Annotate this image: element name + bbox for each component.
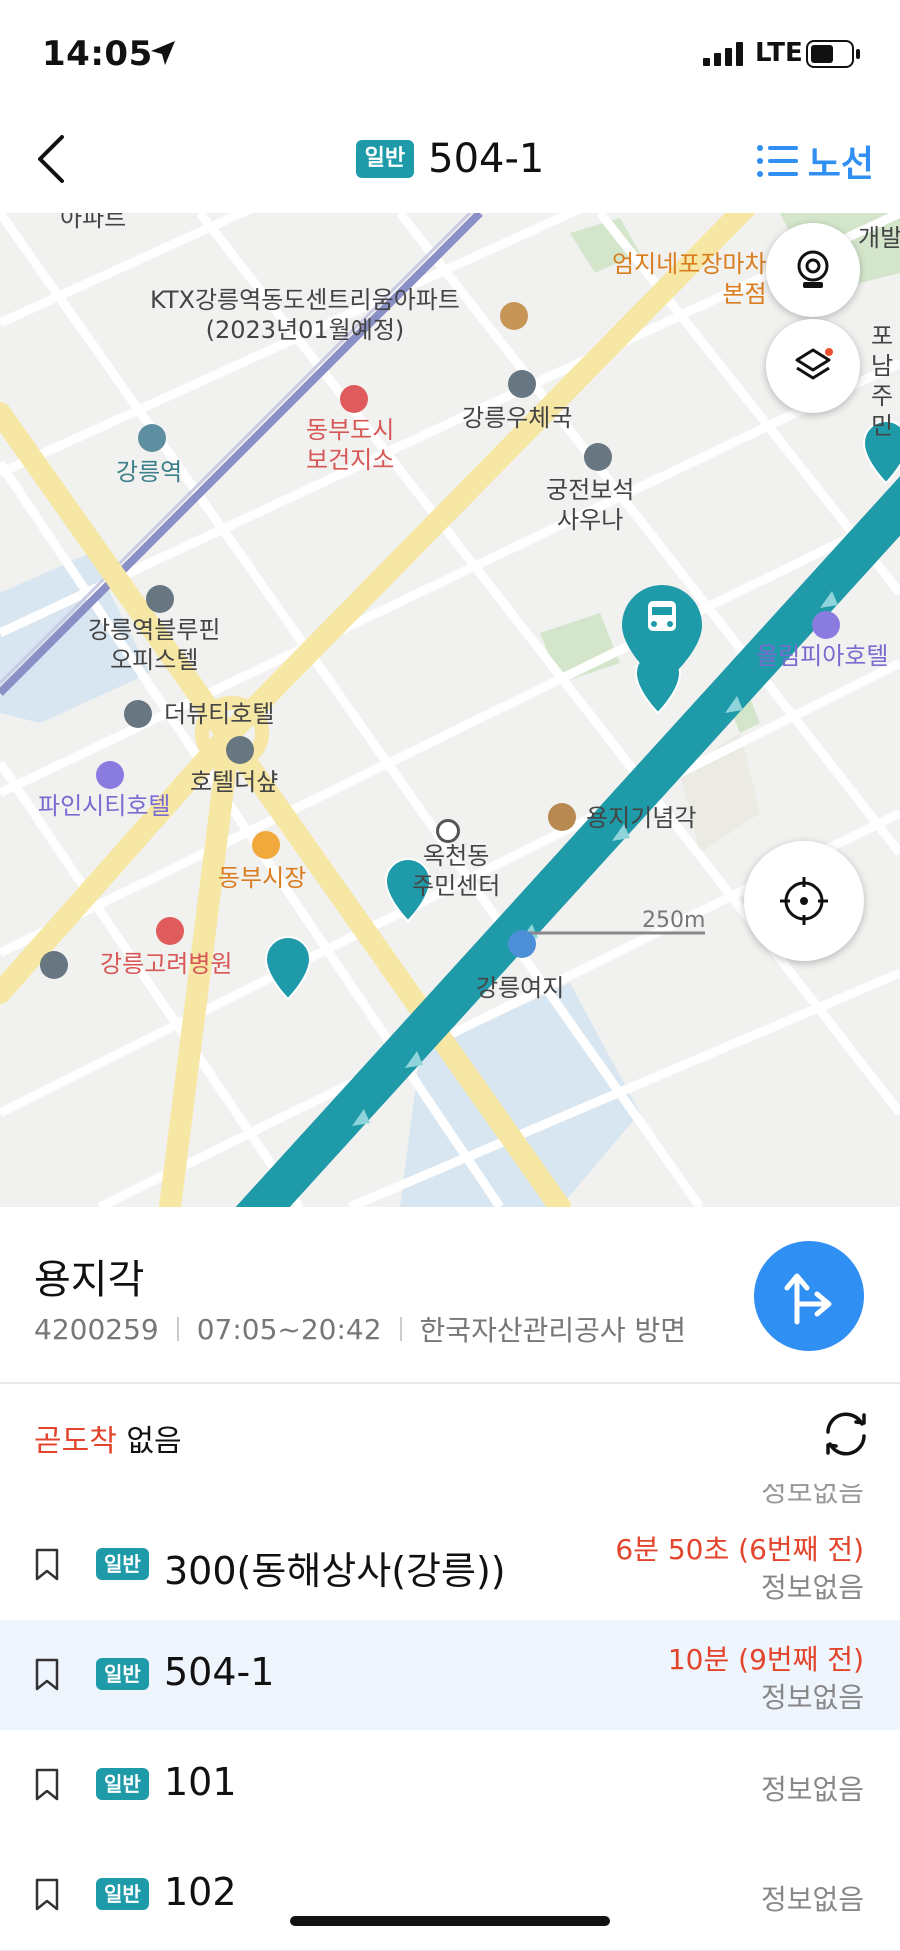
route-number: 504-1 <box>428 136 545 182</box>
map-label: 동부도시 보건지소 <box>306 416 395 474</box>
hospital-poi-icon <box>340 385 368 413</box>
bus-row[interactable]: 일반 300(동해상사(강릉)) 6분 50초 (6번째 전) 정보없음 <box>0 1510 900 1621</box>
bus-info-status: 정보없음 <box>760 1883 864 1916</box>
map-label: 강릉역 <box>116 458 183 486</box>
route-type-badge: 일반 <box>355 139 415 179</box>
refresh-icon <box>826 1412 866 1456</box>
layers-button[interactable] <box>766 319 860 413</box>
sauna-poi-icon <box>584 443 612 471</box>
map-label: 궁전보석 사우나 <box>546 476 635 534</box>
route-type-badge: 일반 <box>96 1548 149 1580</box>
hotel-poi-icon <box>226 736 254 764</box>
building-poi-icon <box>146 585 174 613</box>
hotel-poi-icon <box>812 611 840 639</box>
bus-eta: 6분 50초 (6번째 전) <box>615 1533 864 1566</box>
hotel-poi-icon <box>124 700 152 728</box>
map-label: 포남 주민 <box>870 322 894 440</box>
stop-info-panel: 용지각 4200259 07:05~20:42 한국자산관리공사 방면 <box>0 1207 900 1382</box>
route-type-badge: 일반 <box>96 1878 149 1910</box>
battery-icon <box>806 40 860 68</box>
bus-route-number: 101 <box>164 1760 237 1804</box>
cctv-icon <box>797 250 829 288</box>
map-label: 엄지네포장마차 본점 <box>612 250 767 308</box>
apartment-poi-icon <box>500 302 528 330</box>
scale-label: 250m <box>642 908 706 933</box>
bus-row[interactable]: 일반 101 정보없음 <box>0 1730 900 1841</box>
park-poi-icon <box>508 930 536 958</box>
signal-icon <box>703 42 743 66</box>
map-label: 아파트 <box>60 213 127 232</box>
location-arrow-icon <box>151 41 175 65</box>
map-label: 강릉우체국 <box>462 404 573 432</box>
arrival-soon-text: 곧도착 없음 <box>34 1416 182 1460</box>
stop-id: 4200259 <box>34 1312 159 1346</box>
arrival-soon-label: 곧도착 <box>34 1424 117 1459</box>
community-center-poi-icon <box>436 819 460 843</box>
bus-info-status: 정보없음 <box>760 1484 864 1508</box>
bus-info-status: 정보없음 <box>760 1773 864 1806</box>
directions-icon <box>784 1273 832 1325</box>
arrival-soon-value: 없음 <box>126 1424 182 1459</box>
bus-row[interactable]: 일반 504-1 10분 (9번째 전) 정보없음 <box>0 1620 900 1731</box>
bus-list[interactable]: 정보없음 일반 300(동해상사(강릉)) 6분 50초 (6번째 전) 정보없… <box>0 1484 900 1951</box>
map-label: 강릉여지 <box>476 974 565 1002</box>
map-label: 개발 <box>858 224 900 252</box>
divider <box>176 1317 179 1341</box>
map-label: KTX강릉역동도센트리움아파트 (2023년01월예정) <box>150 286 460 344</box>
arrival-soon-bar: 곧도착 없음 <box>0 1382 900 1486</box>
market-poi-icon <box>252 831 280 859</box>
map-label: 옥천동 주민센터 <box>412 842 501 900</box>
map-label: 호텔더샾 <box>190 768 279 796</box>
bookmark-icon[interactable] <box>34 1658 60 1692</box>
bookmark-icon[interactable] <box>34 1768 60 1802</box>
route-type-badge: 일반 <box>96 1658 149 1690</box>
route-type-badge: 일반 <box>96 1768 149 1800</box>
list-item: 정보없음 <box>0 1484 900 1511</box>
bus-eta: 10분 (9번째 전) <box>667 1643 864 1676</box>
map-label: 동부시장 <box>218 864 307 892</box>
map-view[interactable]: 아파트 개발 KTX강릉역동도센트리움아파트 (2023년01월예정) 엄지네포… <box>0 213 900 1207</box>
map-label: 강릉역블루핀 오피스텔 <box>88 616 221 674</box>
bus-route-number: 300(동해상사(강릉)) <box>164 1549 506 1593</box>
post-office-poi-icon <box>508 370 536 398</box>
status-bar: 14:05 LTE <box>0 0 900 105</box>
landmark-poi-icon <box>548 803 576 831</box>
my-location-button[interactable] <box>744 841 864 961</box>
stop-hours: 07:05~20:42 <box>196 1312 382 1346</box>
list-icon <box>756 145 798 177</box>
route-button-label: 노선 <box>807 144 874 185</box>
home-indicator[interactable] <box>290 1916 610 1926</box>
status-time: 14:05 <box>42 34 153 74</box>
cctv-button[interactable] <box>766 223 860 317</box>
hospital-poi-icon <box>156 917 184 945</box>
bus-info-status: 정보없음 <box>760 1681 864 1714</box>
map-label: 올림피아호텔 <box>756 642 889 670</box>
route-list-button[interactable]: 노선 <box>756 135 874 187</box>
map-label: 더뷰티호텔 <box>164 700 275 728</box>
refresh-button[interactable] <box>818 1406 874 1466</box>
stop-name: 용지각 <box>34 1257 145 1303</box>
map-label: 강릉고려병원 <box>100 950 233 978</box>
crosshair-icon <box>780 877 828 925</box>
map-label: 용지기념각 <box>586 804 697 832</box>
app-header: 일반 504-1 노선 <box>0 105 900 214</box>
directions-button[interactable] <box>754 1241 864 1351</box>
bus-route-number: 102 <box>164 1870 237 1914</box>
bookmark-icon[interactable] <box>34 1878 60 1912</box>
map-label: 파인시티호텔 <box>38 792 171 820</box>
divider <box>399 1317 402 1341</box>
bus-info-status: 정보없음 <box>760 1571 864 1604</box>
hotel-poi-icon <box>96 761 124 789</box>
network-type: LTE <box>755 38 803 68</box>
bus-row[interactable]: 일반 102 정보없음 <box>0 1840 900 1951</box>
stop-meta: 4200259 07:05~20:42 한국자산관리공사 방면 <box>34 1309 686 1349</box>
bookmark-icon[interactable] <box>34 1548 60 1582</box>
bus-route-number: 504-1 <box>164 1650 275 1694</box>
station-poi-icon <box>138 424 166 452</box>
layers-icon <box>795 348 833 380</box>
stop-direction: 한국자산관리공사 방면 <box>419 1314 687 1347</box>
sauna-poi-icon <box>40 951 68 979</box>
